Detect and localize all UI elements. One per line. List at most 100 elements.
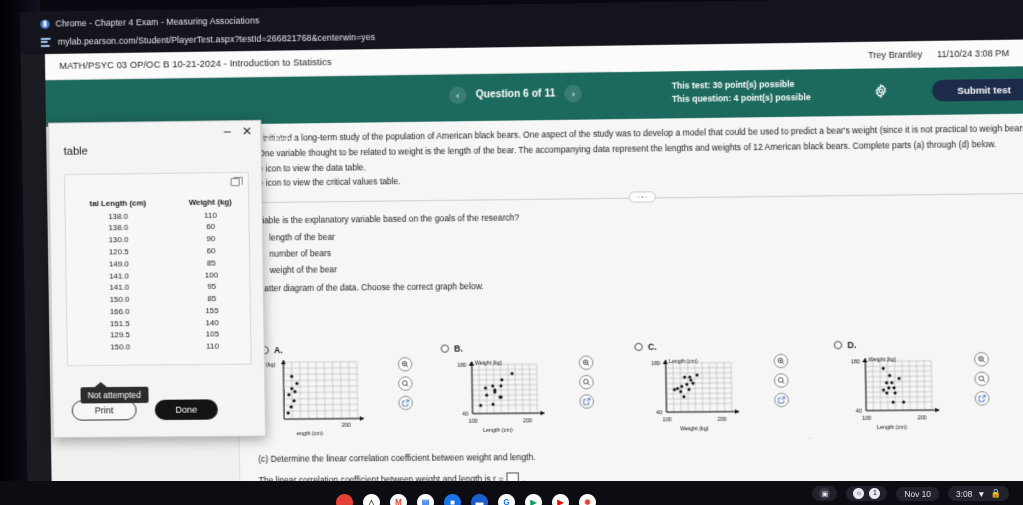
session-timestamp: 11/10/24 3:08 PM	[936, 47, 1010, 60]
next-question-button[interactable]: ›	[564, 84, 583, 103]
column-header-weight: Weight (kg)	[188, 197, 232, 207]
done-button[interactable]: Done	[154, 399, 218, 421]
scatter-svg-a: t (kg) 200 ength (cm)	[263, 355, 397, 437]
zoom-out-icon[interactable]	[398, 376, 413, 391]
radio-icon[interactable]	[634, 342, 643, 352]
graph-c-ylabel: Length (cm)	[669, 359, 698, 365]
modal-window-controls: – ✕	[224, 124, 252, 139]
radio-icon[interactable]	[440, 344, 449, 353]
minimize-icon[interactable]: –	[224, 124, 231, 138]
not-attempted-tooltip: Not attempted	[80, 386, 149, 404]
graph-d-ymax: 180	[851, 359, 860, 365]
copy-icon[interactable]	[230, 177, 240, 187]
graph-c-tools	[773, 353, 789, 408]
graph-option-letter: A.	[273, 344, 283, 356]
graph-option-a-head[interactable]: A.	[260, 344, 412, 356]
shelf-clock-box[interactable]: 3:08 ▼ 🔒	[947, 486, 1009, 501]
table-row: 150.0 110	[68, 341, 253, 355]
graph-a-xmax: 200	[341, 423, 350, 429]
system-indicators[interactable]: ☼ 1	[846, 486, 888, 501]
previous-question-button[interactable]: ‹	[448, 86, 467, 105]
shelf-icon-google-photos[interactable]: ✹	[579, 494, 596, 505]
shelf-icon-google-meet[interactable]: ■	[444, 494, 461, 505]
zoom-out-icon[interactable]	[579, 374, 594, 390]
scatter-plot-b: Weight (kg) 180 40 100 200 Length (cm)	[441, 353, 595, 440]
cell-weight: 60	[206, 222, 216, 232]
settings-gear-icon[interactable]	[873, 84, 888, 99]
tab-favicon-icon	[40, 19, 50, 29]
shelf-date-box[interactable]: Nov 10	[896, 486, 939, 501]
brightness-icon[interactable]: ☼	[853, 488, 865, 499]
expand-graph-icon[interactable]	[974, 391, 990, 406]
shelf-icon-google-docs[interactable]: G	[498, 494, 515, 505]
battery-icon[interactable]: 🔒	[991, 488, 1001, 499]
radio-icon[interactable]	[833, 340, 843, 350]
zoom-out-icon[interactable]	[773, 373, 789, 388]
pearson-mylab-page: MATH/PSYC 03 OP/OC B 10-21-2024 - Introd…	[44, 39, 1023, 495]
question-navigator: ‹ Question 6 of 11 ›	[448, 84, 583, 105]
screen-photo: Chrome - Chapter 4 Exam - Measuring Asso…	[0, 0, 1023, 505]
wifi-icon[interactable]: ▼	[977, 489, 985, 499]
graph-option-d-head[interactable]: D.	[833, 339, 989, 351]
notification-count-icon[interactable]: 1	[869, 488, 881, 499]
close-icon[interactable]: ✕	[242, 124, 252, 138]
scatter-svg-d: Weight (kg) 180 40 100 200 Length (cm)	[851, 350, 973, 431]
graph-option-letter: C.	[647, 341, 657, 352]
graph-b-ylabel: Weight (kg)	[475, 360, 503, 366]
page-info-icon[interactable]	[40, 37, 51, 47]
graph-option-letter: D.	[847, 339, 857, 351]
omnibox-url: mylab.pearson.com/Student/PlayerTest.asp…	[57, 31, 376, 47]
cell-length: 150.0	[109, 294, 130, 305]
zoom-in-icon[interactable]	[578, 355, 594, 370]
cell-length: 141.0	[109, 282, 130, 293]
shelf-icon-play-store[interactable]: ▶	[525, 494, 542, 505]
zoom-out-icon[interactable]	[974, 371, 990, 387]
expand-graph-icon[interactable]	[774, 392, 789, 408]
expand-graph-icon[interactable]	[398, 395, 413, 411]
data-table-frame: tal Length (cm) Weight (kg) 138.0 110 138…	[63, 171, 253, 367]
graph-option-b[interactable]: B. Weight (kg) 180 40 100 200 Length (cm…	[440, 342, 595, 440]
graph-option-d[interactable]: D. Weight (kg) 180 40 100 200 Length (cm…	[833, 339, 990, 438]
shelf-app-icons: △ M ▤ ■ ▬ G ▶ ▶ ✹	[336, 494, 596, 505]
points-summary: This test: 30 point(s) possible This que…	[672, 78, 811, 106]
zoom-in-icon[interactable]	[974, 352, 989, 367]
expand-graph-icon[interactable]	[579, 394, 595, 409]
shelf-icon-files[interactable]: ▬	[471, 494, 488, 505]
cell-length: 166.0	[109, 306, 130, 317]
chromeos-shelf: △ M ▤ ■ ▬ G ▶ ▶ ✹ ▣ ☼ 1 Nov 10 3:08 ▼ 🔒	[0, 481, 1023, 505]
graph-option-b-head[interactable]: B.	[440, 342, 594, 354]
shelf-icon-youtube[interactable]: ▶	[552, 494, 569, 505]
cell-length: 149.0	[108, 259, 129, 269]
graph-b-tools	[578, 355, 595, 409]
shelf-icon-chrome[interactable]	[336, 494, 353, 505]
modal-title: table	[63, 145, 88, 158]
scatter-plot-d: Weight (kg) 180 40 100 200 Length (cm)	[834, 350, 990, 438]
zoom-in-icon[interactable]	[773, 353, 789, 369]
graph-b-xmax: 200	[523, 418, 532, 424]
submit-test-button[interactable]: Submit test	[931, 78, 1023, 102]
graph-c-ymax: 180	[651, 361, 660, 367]
cell-weight: 60	[206, 246, 216, 256]
graph-b-xmin: 100	[469, 419, 478, 425]
screen-capture-icon[interactable]: ▣	[812, 486, 838, 501]
choice-weight-of-bear[interactable]: weight of the bear	[255, 256, 1023, 276]
graph-options-row: A. t (kg) 200 ength (cm) B. Weight (kg) …	[238, 338, 1023, 449]
graph-d-tools	[974, 352, 990, 406]
graph-option-c[interactable]: C. Length (cm) 180 40 100 200 Weight (kg…	[634, 340, 789, 439]
graph-c-ymin: 40	[656, 410, 662, 416]
cell-weight: 85	[206, 258, 216, 268]
shelf-time: 3:08	[955, 488, 973, 499]
graph-b-ymin: 40	[462, 412, 468, 418]
graph-a-tools	[397, 357, 413, 411]
cell-weight: 85	[207, 293, 217, 304]
shelf-icon-gmail[interactable]: M	[390, 494, 407, 505]
more-options-icon[interactable]	[628, 191, 656, 203]
graph-option-c-head[interactable]: C.	[634, 340, 788, 352]
graph-option-a[interactable]: A. t (kg) 200 ength (cm)	[260, 344, 414, 442]
cell-weight: 110	[204, 210, 217, 220]
shelf-icon-google-classroom[interactable]: ▤	[417, 494, 434, 505]
zoom-in-icon[interactable]	[397, 357, 413, 372]
shelf-icon-google-drive[interactable]: △	[363, 494, 380, 505]
graph-d-xmax: 200	[917, 415, 926, 421]
cell-weight: 95	[207, 281, 217, 292]
